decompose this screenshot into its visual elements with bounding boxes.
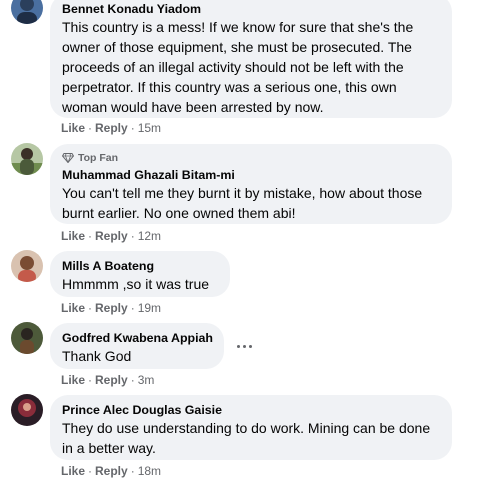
comment-actions: Like · Reply · 18m xyxy=(61,464,161,478)
separator: · xyxy=(88,464,93,478)
comment-text: You can't tell me they burnt it by mista… xyxy=(62,185,423,221)
separator: · xyxy=(88,301,93,315)
reply-button[interactable]: Reply xyxy=(95,464,128,478)
comment-text: Hmmmm ,so it was true xyxy=(62,276,210,292)
like-button[interactable]: Like xyxy=(61,121,85,135)
like-button[interactable]: Like xyxy=(61,229,85,243)
avatar[interactable] xyxy=(11,143,43,175)
comment-actions: Like · Reply · 12m xyxy=(61,229,161,243)
comment-time[interactable]: 18m xyxy=(138,464,161,478)
badge-label: Top Fan xyxy=(78,151,119,164)
reply-button[interactable]: Reply xyxy=(95,229,128,243)
comment-time[interactable]: 12m xyxy=(138,229,161,243)
reply-button[interactable]: Reply xyxy=(95,373,128,387)
comment-bubble: Top Fan Muhammad Ghazali Bitam-mi You ca… xyxy=(50,144,452,224)
separator: · xyxy=(88,229,93,243)
comment-author[interactable]: Muhammad Ghazali Bitam-mi xyxy=(62,167,440,183)
comment-text: Thank God xyxy=(62,348,132,364)
comment-actions: Like · Reply · 3m xyxy=(61,373,154,387)
like-button[interactable]: Like xyxy=(61,301,85,315)
avatar[interactable] xyxy=(11,0,43,24)
avatar[interactable] xyxy=(11,322,43,354)
separator: · xyxy=(130,121,135,135)
comment-time[interactable]: 3m xyxy=(138,373,155,387)
separator: · xyxy=(130,464,135,478)
comment-bubble: Bennet Konadu Yiadom This country is a m… xyxy=(50,0,452,118)
top-fan-badge: Top Fan xyxy=(62,151,440,164)
comment-author[interactable]: Prince Alec Douglas Gaisie xyxy=(62,402,440,418)
comment-bubble: Mills A Boateng Hmmmm ,so it was true xyxy=(50,251,230,297)
separator: · xyxy=(88,121,93,135)
comment-actions: Like · Reply · 19m xyxy=(61,301,161,315)
separator: · xyxy=(130,229,135,243)
reply-button[interactable]: Reply xyxy=(95,301,128,315)
diamond-icon xyxy=(62,152,74,163)
separator: · xyxy=(88,373,93,387)
like-button[interactable]: Like xyxy=(61,464,85,478)
like-button[interactable]: Like xyxy=(61,373,85,387)
comment-author[interactable]: Bennet Konadu Yiadom xyxy=(62,1,440,17)
comment-actions: Like · Reply · 15m xyxy=(61,121,161,135)
more-options-icon[interactable] xyxy=(230,336,258,356)
comment-author[interactable]: Godfred Kwabena Appiah xyxy=(62,330,213,346)
reply-button[interactable]: Reply xyxy=(95,121,128,135)
comment-bubble: Godfred Kwabena Appiah Thank God xyxy=(50,323,224,369)
avatar[interactable] xyxy=(11,250,43,282)
avatar[interactable] xyxy=(11,394,43,426)
comment-time[interactable]: 19m xyxy=(138,301,161,315)
comment-author[interactable]: Mills A Boateng xyxy=(62,258,218,274)
separator: · xyxy=(130,373,135,387)
comment-text: They do use understanding to do work. Mi… xyxy=(62,420,431,456)
comment-text: This country is a mess! If we know for s… xyxy=(62,19,414,115)
comment-time[interactable]: 15m xyxy=(138,121,161,135)
separator: · xyxy=(130,301,135,315)
comment-bubble: Prince Alec Douglas Gaisie They do use u… xyxy=(50,395,452,460)
